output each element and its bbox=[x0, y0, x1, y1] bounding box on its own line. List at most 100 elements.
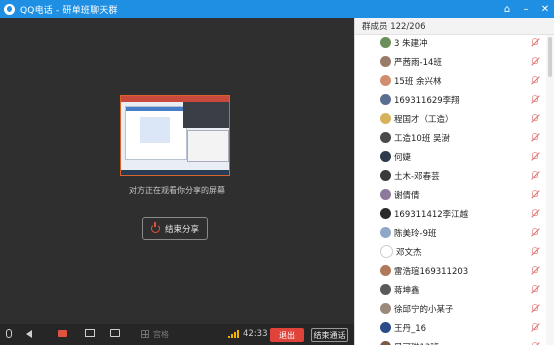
muted-mic-icon bbox=[532, 57, 538, 64]
screen-share-icon[interactable] bbox=[85, 329, 95, 337]
muted-mic-icon bbox=[532, 323, 538, 330]
avatar bbox=[380, 227, 391, 238]
muted-mic-icon bbox=[532, 304, 538, 311]
exit-button[interactable]: 退出 bbox=[270, 328, 304, 342]
muted-mic-icon bbox=[532, 38, 538, 45]
video-stage: 对方正在观看你分享的屏幕 结束分享 bbox=[0, 18, 354, 324]
member-row[interactable]: 谢倩倩 bbox=[355, 185, 547, 204]
avatar bbox=[380, 284, 391, 295]
member-row[interactable]: 169311629李翔 bbox=[355, 90, 547, 109]
avatar bbox=[380, 132, 391, 143]
close-button[interactable]: ✕ bbox=[540, 4, 550, 15]
member-row[interactable]: 邓文杰 bbox=[355, 242, 547, 261]
muted-mic-icon bbox=[532, 95, 538, 102]
preview-taskbar bbox=[121, 170, 229, 175]
member-row[interactable]: 王丹_16 bbox=[355, 318, 547, 337]
preview-dark-window bbox=[183, 102, 229, 128]
muted-mic-icon bbox=[532, 152, 538, 159]
muted-mic-icon bbox=[532, 76, 538, 83]
speaker-icon[interactable] bbox=[26, 330, 32, 338]
avatar bbox=[380, 151, 391, 162]
grid-view-icon[interactable] bbox=[141, 330, 149, 338]
camera-off-icon[interactable] bbox=[58, 330, 67, 337]
muted-mic-icon bbox=[532, 171, 538, 178]
call-toolbar: 宫格 42:33 退出 结束通话 bbox=[0, 324, 354, 345]
member-name: 土木-邓春芸 bbox=[394, 171, 440, 182]
muted-mic-icon bbox=[532, 247, 538, 254]
signal-strength-icon bbox=[228, 330, 239, 338]
microphone-icon[interactable] bbox=[6, 329, 12, 338]
member-name: 15班 余兴林 bbox=[394, 76, 442, 87]
end-share-button[interactable]: 结束分享 bbox=[142, 217, 208, 240]
muted-mic-icon bbox=[532, 228, 538, 235]
member-row[interactable]: 程国才（工造） bbox=[355, 109, 547, 128]
presentation-icon[interactable] bbox=[110, 329, 120, 337]
member-name: 蒋坤鑫 bbox=[394, 285, 420, 296]
member-name: 谢倩倩 bbox=[394, 190, 420, 201]
muted-mic-icon bbox=[532, 133, 538, 140]
avatar bbox=[380, 189, 391, 200]
minimize-button[interactable]: – bbox=[521, 4, 531, 15]
member-row[interactable]: 3 朱建冲 bbox=[355, 33, 547, 52]
pin-icon[interactable]: ⌂ bbox=[502, 4, 512, 15]
end-call-button[interactable]: 结束通话 bbox=[311, 328, 348, 342]
muted-mic-icon bbox=[532, 285, 538, 292]
avatar bbox=[380, 245, 393, 258]
member-name: 3 朱建冲 bbox=[394, 38, 428, 49]
scrollbar-thumb[interactable] bbox=[548, 37, 552, 77]
member-row[interactable]: 雷浩瑄169311203 bbox=[355, 261, 547, 280]
call-timer: 42:33 bbox=[243, 329, 268, 339]
preview-light-window bbox=[187, 130, 229, 162]
member-list: 3 朱建冲严茜雨-14班 15班 余兴林 169311629李翔 程国才（工造） 工造1… bbox=[355, 33, 547, 345]
member-name: 王丹_16 bbox=[394, 323, 427, 334]
member-name: 169311629李翔 bbox=[394, 95, 460, 106]
muted-mic-icon bbox=[532, 209, 538, 216]
avatar bbox=[380, 56, 391, 67]
avatar bbox=[380, 208, 391, 219]
member-row[interactable]: 陈美玲-9班 bbox=[355, 223, 547, 242]
member-row[interactable]: 吴可琳13班 bbox=[355, 337, 547, 345]
avatar bbox=[380, 37, 391, 48]
avatar bbox=[380, 170, 391, 181]
grid-view-label[interactable]: 宫格 bbox=[153, 329, 169, 340]
muted-mic-icon bbox=[532, 114, 538, 121]
member-row[interactable]: 土木-邓春芸 bbox=[355, 166, 547, 185]
share-status-text: 对方正在观看你分享的屏幕 bbox=[129, 186, 225, 195]
preview-window bbox=[125, 106, 187, 160]
avatar bbox=[380, 75, 391, 86]
avatar bbox=[380, 265, 391, 276]
member-name: 雷浩瑄169311203 bbox=[394, 266, 469, 277]
member-name: 吴可琳13班 bbox=[394, 341, 439, 345]
avatar bbox=[380, 341, 391, 345]
window-controls: ⌂ – ✕ bbox=[502, 0, 550, 18]
muted-mic-icon bbox=[532, 190, 538, 197]
member-row[interactable]: 何婕 bbox=[355, 147, 547, 166]
member-row[interactable]: 蒋坤鑫 bbox=[355, 280, 547, 299]
member-name: 严茜雨-14班 bbox=[394, 57, 442, 68]
member-name: 工造10班 吴澍 bbox=[394, 133, 451, 144]
avatar bbox=[380, 94, 391, 105]
power-icon bbox=[150, 222, 160, 233]
member-name: 徐邱宁的小某子 bbox=[394, 304, 454, 315]
muted-mic-icon bbox=[532, 266, 538, 273]
member-name: 程国才（工造） bbox=[394, 114, 454, 125]
member-panel: 群成员 122/206 3 朱建冲 严茜雨-14班 15班 余兴林 169311629… bbox=[354, 18, 554, 345]
member-row[interactable]: 169311412李江越 bbox=[355, 204, 547, 223]
member-scrollbar[interactable] bbox=[546, 35, 554, 345]
member-name: 169311412李江越 bbox=[394, 209, 469, 220]
member-name: 何婕 bbox=[394, 152, 412, 163]
title-bar: QQ电话 - 研单班聊天群 ⌂ – ✕ bbox=[0, 0, 554, 18]
member-row[interactable]: 15班 余兴林 bbox=[355, 71, 547, 90]
member-row[interactable]: 徐邱宁的小某子 bbox=[355, 299, 547, 318]
member-row[interactable]: 工造10班 吴澍 bbox=[355, 128, 547, 147]
avatar bbox=[380, 303, 391, 314]
end-share-label: 结束分享 bbox=[164, 224, 199, 235]
member-name: 陈美玲-9班 bbox=[394, 228, 437, 239]
qq-logo-icon bbox=[4, 3, 15, 15]
member-row[interactable]: 严茜雨-14班 bbox=[355, 52, 547, 71]
avatar bbox=[380, 113, 391, 124]
window-title: QQ电话 - 研单班聊天群 bbox=[20, 5, 118, 16]
member-name: 邓文杰 bbox=[396, 247, 422, 258]
shared-screen-preview bbox=[120, 95, 230, 176]
avatar bbox=[380, 322, 391, 333]
